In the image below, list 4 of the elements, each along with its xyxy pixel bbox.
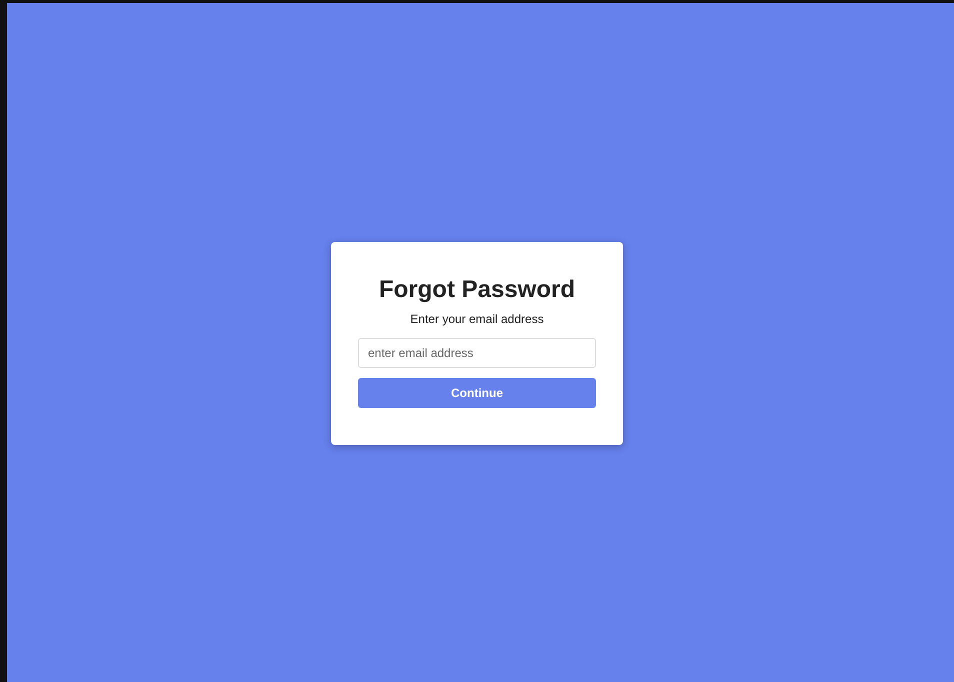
continue-button[interactable]: Continue [358,378,596,408]
email-field[interactable]: enter email address [358,338,596,368]
subtitle: Enter your email address [410,312,544,326]
page-title: Forgot Password [378,276,576,304]
